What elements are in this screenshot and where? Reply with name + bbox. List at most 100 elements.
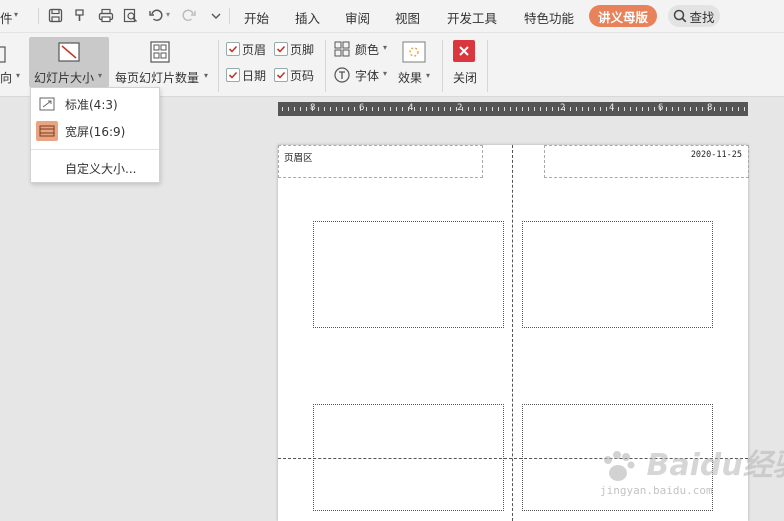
menu-divider bbox=[31, 149, 159, 150]
ruler-tick bbox=[378, 107, 379, 111]
ruler-tick bbox=[684, 107, 685, 111]
tab-developer-tools[interactable]: 开发工具 bbox=[447, 8, 497, 27]
font-label: 字体 bbox=[355, 69, 380, 83]
search-button[interactable]: 查找 bbox=[668, 5, 720, 27]
vertical-guide-line bbox=[512, 145, 513, 521]
ruler-tick bbox=[624, 107, 625, 111]
ruler-tick bbox=[282, 107, 283, 111]
ruler-tick bbox=[402, 107, 403, 111]
ruler-tick bbox=[414, 107, 415, 111]
slide-placeholder[interactable] bbox=[313, 404, 504, 511]
date-placeholder[interactable]: 2020-11-25 bbox=[544, 145, 749, 178]
header-checkbox-box[interactable] bbox=[226, 42, 240, 56]
ruler-tick bbox=[450, 107, 451, 111]
date-checkbox[interactable]: 日期 bbox=[225, 67, 271, 83]
customize-quick-access-icon[interactable] bbox=[207, 7, 224, 24]
widescreen-ratio-icon bbox=[36, 121, 58, 141]
ruler-tick bbox=[336, 107, 337, 111]
effects-icon bbox=[402, 41, 426, 63]
ruler-tick bbox=[570, 107, 571, 111]
ruler-tick bbox=[678, 107, 679, 111]
ruler-label: 6 bbox=[359, 103, 365, 113]
ruler-label: 2 bbox=[560, 103, 566, 113]
color-button[interactable]: 颜色 ▾ bbox=[333, 40, 391, 58]
print-icon[interactable] bbox=[97, 7, 114, 24]
tab-view[interactable]: 视图 bbox=[395, 8, 420, 27]
ruler-tick bbox=[342, 107, 343, 111]
ruler-tick bbox=[738, 107, 739, 111]
ruler-tick bbox=[498, 107, 499, 111]
menu-item-label: 自定义大小... bbox=[65, 161, 137, 176]
redo-icon[interactable] bbox=[180, 7, 197, 24]
close-icon bbox=[453, 40, 475, 62]
font-icon bbox=[334, 67, 350, 83]
ruler-label: 4 bbox=[609, 103, 615, 113]
ruler-tick bbox=[600, 107, 601, 111]
file-menu-caret-icon[interactable]: ▾ bbox=[14, 10, 18, 19]
ruler-tick bbox=[720, 107, 721, 111]
ruler-tick bbox=[726, 107, 727, 111]
color-label: 颜色 bbox=[355, 43, 380, 57]
ruler-tick bbox=[588, 107, 589, 111]
header-placeholder[interactable]: 页眉区 bbox=[278, 145, 483, 178]
ruler-tick bbox=[582, 107, 583, 111]
ruler-tick bbox=[474, 107, 475, 111]
ruler-tick bbox=[366, 107, 367, 111]
slides-per-page-label: 每页幻灯片数量 bbox=[115, 71, 200, 85]
orientation-button[interactable]: 向 ▾ bbox=[0, 38, 24, 86]
header-checkbox-label: 页眉 bbox=[242, 43, 267, 57]
menu-item-standard[interactable]: 标准(4:3) bbox=[31, 91, 159, 117]
date-checkbox-box[interactable] bbox=[226, 68, 240, 82]
slides-per-page-button[interactable]: 每页幻灯片数量 ▾ bbox=[113, 38, 211, 86]
ruler-tick bbox=[384, 107, 385, 111]
slide-placeholder[interactable] bbox=[522, 221, 713, 328]
file-menu-fragment[interactable]: 件 bbox=[0, 8, 13, 27]
watermark-url: jingyan.baidu.com bbox=[600, 484, 713, 497]
print-preview-icon[interactable] bbox=[122, 7, 139, 24]
footer-checkbox-box[interactable] bbox=[274, 42, 288, 56]
ruler-tick bbox=[396, 107, 397, 111]
header-checkbox[interactable]: 页眉 bbox=[225, 41, 271, 57]
chevron-down-icon: ▾ bbox=[98, 71, 103, 80]
tab-insert[interactable]: 插入 bbox=[295, 8, 320, 27]
tab-special-features[interactable]: 特色功能 bbox=[524, 8, 574, 27]
effects-button[interactable]: 效果 ▾ bbox=[396, 38, 434, 86]
ruler-tick bbox=[636, 107, 637, 111]
effects-label: 效果 bbox=[398, 71, 423, 85]
ruler-tick bbox=[702, 107, 703, 111]
tab-review[interactable]: 审阅 bbox=[345, 8, 370, 27]
ruler-tick bbox=[438, 107, 439, 111]
menu-item-custom-size[interactable]: 自定义大小... bbox=[31, 155, 159, 181]
ruler-tick bbox=[390, 107, 391, 111]
ruler-tick bbox=[318, 107, 319, 111]
slide-size-button[interactable]: 幻灯片大小 ▾ bbox=[29, 37, 109, 87]
undo-caret-icon[interactable]: ▾ bbox=[166, 10, 170, 19]
tab-handout-master[interactable]: 讲义母版 bbox=[589, 5, 657, 27]
font-button[interactable]: 字体 ▾ bbox=[333, 66, 391, 84]
page-number-checkbox[interactable]: 页码 bbox=[273, 67, 319, 83]
horizontal-ruler[interactable]: 8 6 4 2 2 4 6 8 bbox=[278, 102, 748, 116]
orientation-label: 向 bbox=[0, 71, 13, 85]
ruler-tick bbox=[444, 107, 445, 111]
date-checkbox-label: 日期 bbox=[242, 69, 267, 83]
ruler-label: 4 bbox=[408, 103, 414, 113]
color-theme-icon bbox=[334, 41, 350, 57]
ruler-tick bbox=[672, 107, 673, 111]
save-icon[interactable] bbox=[47, 7, 64, 24]
ruler-tick bbox=[372, 107, 373, 111]
page-number-checkbox-box[interactable] bbox=[274, 68, 288, 82]
divider bbox=[218, 40, 219, 92]
footer-checkbox-label: 页脚 bbox=[290, 43, 315, 57]
ruler-tick bbox=[654, 107, 655, 111]
close-master-view-button[interactable]: 关闭 bbox=[450, 38, 480, 86]
watermark-text: Baidu经验 bbox=[646, 448, 784, 483]
footer-checkbox[interactable]: 页脚 bbox=[273, 41, 319, 57]
slide-placeholder[interactable] bbox=[313, 221, 504, 328]
date-text: 2020-11-25 bbox=[690, 150, 742, 160]
ruler-tick bbox=[714, 107, 715, 111]
format-painter-icon[interactable] bbox=[72, 7, 89, 24]
ruler-tick bbox=[666, 107, 667, 111]
tab-home[interactable]: 开始 bbox=[244, 8, 269, 27]
undo-icon[interactable] bbox=[148, 7, 165, 24]
menu-item-widescreen[interactable]: 宽屏(16:9) bbox=[31, 118, 159, 144]
